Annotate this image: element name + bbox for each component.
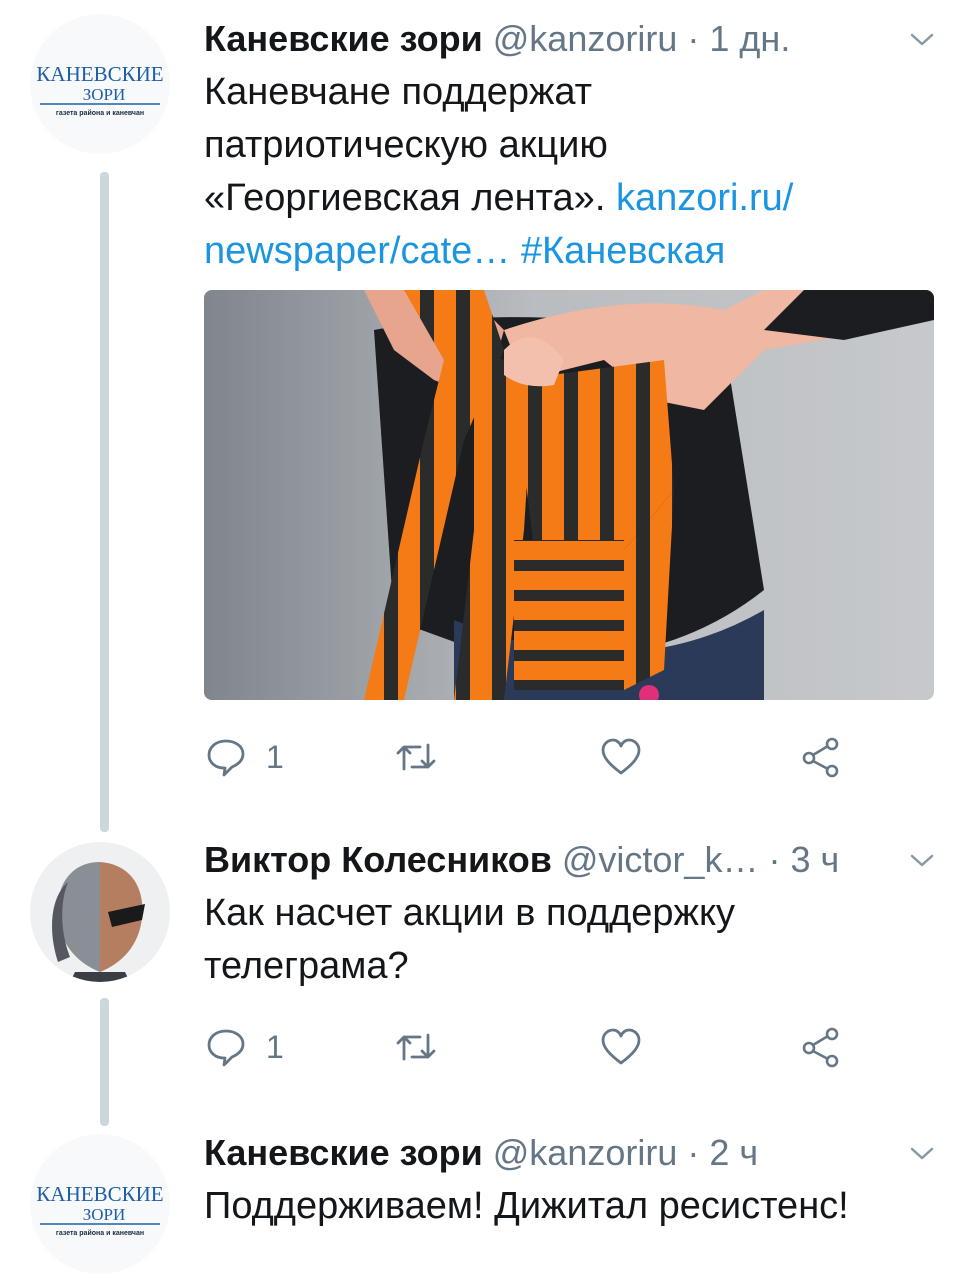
svg-text:КАНЕВСКИЕ: КАНЕВСКИЕ <box>36 1182 163 1206</box>
author-handle[interactable]: @kanzoriru <box>493 1132 678 1173</box>
tweet-3[interactable]: Каневские зори @kanzoriru · 2 ч Поддержи… <box>204 1128 943 1233</box>
svg-text:газета района и каневчан: газета района и каневчан <box>56 109 144 117</box>
author-handle[interactable]: @kanzoriru <box>493 18 678 59</box>
ribbon-photo <box>204 290 934 700</box>
tweet-text: Поддерживаем! Дижитал ресистенс! <box>204 1185 849 1227</box>
timestamp[interactable]: 3 ч <box>790 839 839 880</box>
chevron-down-icon[interactable] <box>907 845 937 875</box>
tweet-2[interactable]: Виктор Колесников @victor_k… · 3 ч Как н… <box>204 835 943 993</box>
tweet-text: Каневчане поддержат патриотическую акцию… <box>204 66 943 278</box>
retweet-icon <box>396 1033 436 1061</box>
reply-count: 1 <box>266 738 284 775</box>
tweet-header: Виктор Колесников @victor_k… · 3 ч <box>204 835 943 885</box>
timestamp[interactable]: 1 дн. <box>709 18 790 59</box>
reply-button[interactable]: 1 <box>204 732 284 782</box>
svg-text:КАНЕВСКИЕ: КАНЕВСКИЕ <box>36 62 163 86</box>
avatar-kanzori-2[interactable]: КАНЕВСКИЕ ЗОРИ газета района и каневчан <box>30 1134 170 1274</box>
svg-text:ЗОРИ: ЗОРИ <box>83 85 126 104</box>
like-button[interactable] <box>599 732 643 782</box>
kanzori-logo: КАНЕВСКИЕ ЗОРИ газета района и каневчан <box>36 1182 163 1237</box>
tweet-1[interactable]: Каневские зори @kanzoriru · 1 дн. Каневч… <box>204 14 943 278</box>
svg-text:ЗОРИ: ЗОРИ <box>83 1205 126 1224</box>
author-name[interactable]: Каневские зори <box>204 1132 483 1173</box>
timestamp[interactable]: 2 ч <box>709 1132 758 1173</box>
separator-dot: · <box>687 18 700 59</box>
like-button[interactable] <box>599 1022 643 1072</box>
tweet-hashtag[interactable]: #Каневская <box>521 230 725 272</box>
tweet-body: Каневчане поддержат патриотическую акцию… <box>204 71 608 219</box>
reply-button[interactable]: 1 <box>204 1022 284 1072</box>
tweet-media-image[interactable] <box>204 290 934 700</box>
share-button[interactable] <box>799 732 843 782</box>
heart-icon <box>601 738 641 775</box>
separator-dot: · <box>687 1132 700 1173</box>
tweet-1-actions: 1 <box>204 732 844 782</box>
reply-icon <box>207 739 245 777</box>
thread-line-2 <box>100 998 109 1126</box>
retweet-button[interactable] <box>394 732 438 782</box>
tweet-header: Каневские зори @kanzoriru · 1 дн. <box>204 14 943 64</box>
share-icon <box>802 737 839 778</box>
separator-dot: · <box>768 839 781 880</box>
tweet-header: Каневские зори @kanzoriru · 2 ч <box>204 1128 943 1178</box>
share-button[interactable] <box>799 1022 843 1072</box>
reply-count: 1 <box>266 1028 284 1065</box>
avatar-kanzori-1[interactable]: КАНЕВСКИЕ ЗОРИ газета района и каневчан <box>30 14 170 154</box>
author-name[interactable]: Виктор Колесников <box>204 839 552 880</box>
author-handle[interactable]: @victor_k… <box>562 839 759 880</box>
retweet-icon <box>396 743 436 771</box>
chevron-down-icon[interactable] <box>907 24 937 54</box>
reply-icon <box>207 1029 245 1067</box>
author-name[interactable]: Каневские зори <box>204 18 483 59</box>
tweet-2-actions: 1 <box>204 1022 844 1072</box>
kanzori-logo: КАНЕВСКИЕ ЗОРИ газета района и каневчан <box>36 62 163 117</box>
share-icon <box>802 1027 839 1068</box>
chevron-down-icon[interactable] <box>907 1138 937 1168</box>
retweet-button[interactable] <box>394 1022 438 1072</box>
svg-text:газета района и каневчан: газета района и каневчан <box>56 1229 144 1237</box>
thread-line-1 <box>100 172 109 832</box>
heart-icon <box>601 1028 641 1065</box>
tweet-text: Как насчет акции в поддержку телеграма? <box>204 892 736 987</box>
user-photo <box>30 842 170 982</box>
avatar-victor[interactable] <box>30 842 170 982</box>
